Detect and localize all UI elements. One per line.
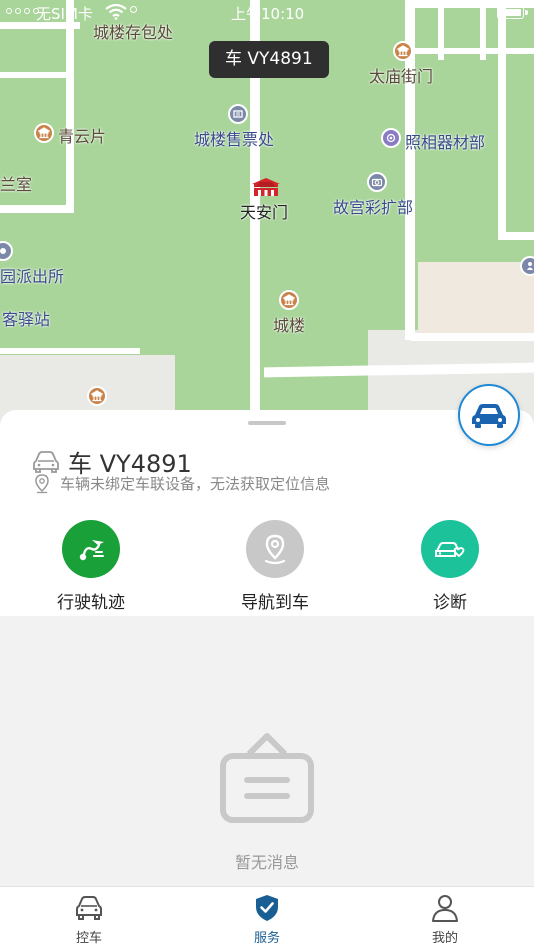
poi-label[interactable]: 兰室	[0, 171, 32, 195]
map-road	[0, 205, 74, 213]
landmark-icon[interactable]	[87, 386, 107, 406]
action-label: 行驶轨迹	[57, 593, 125, 613]
wifi-icon	[105, 4, 127, 20]
map-road	[498, 0, 506, 240]
poi-label[interactable]: 照相器材部	[405, 129, 485, 153]
poi-label[interactable]: 天安门	[240, 199, 288, 223]
signal-icon	[6, 8, 39, 14]
map-road	[66, 0, 74, 210]
location-notice-text: 车辆未绑定车联设备，无法获取定位信息	[60, 475, 331, 493]
location-notice: 车辆未绑定车联设备，无法获取定位信息	[34, 473, 330, 494]
camera-shop-icon[interactable]	[381, 128, 401, 148]
user-icon	[432, 895, 458, 922]
tab-mine[interactable]: 我的	[395, 893, 495, 946]
vehicle-info-sheet: 车 VY4891 车辆未绑定车联设备，无法获取定位信息 行驶轨迹 导航到车 诊断	[0, 410, 534, 616]
map-road	[410, 333, 534, 341]
action-label: 导航到车	[241, 593, 309, 613]
tab-label: 我的	[431, 931, 458, 946]
poi-label[interactable]: 故宫彩扩部	[333, 194, 413, 218]
car-icon	[76, 896, 102, 920]
poi-label[interactable]: 客驿站	[2, 306, 50, 330]
gate-icon[interactable]	[250, 177, 282, 197]
car-icon	[472, 404, 506, 428]
tab-label: 控车	[75, 931, 102, 946]
driving-track-button[interactable]: 行驶轨迹	[31, 520, 151, 613]
car-outline-icon	[33, 450, 59, 473]
person-icon[interactable]	[520, 256, 534, 276]
carrier-text: 无SIM卡	[36, 5, 93, 23]
poi-label[interactable]: 城楼售票处	[194, 126, 274, 150]
tab-control-car[interactable]: 控车	[39, 893, 139, 946]
poi-label[interactable]: 太庙街门	[369, 63, 433, 87]
poi-label[interactable]: 青云片	[58, 123, 106, 147]
shield-check-icon	[256, 895, 278, 921]
police-icon[interactable]	[0, 241, 13, 261]
map-road	[0, 348, 140, 354]
location-pin-icon	[246, 520, 304, 578]
bottom-tab-bar: 控车 服务 我的	[0, 886, 534, 950]
status-bar: 无SIM卡 上午10:10	[0, 0, 534, 26]
camera-icon[interactable]	[367, 172, 387, 192]
map-road	[412, 48, 534, 54]
message-list-empty: 暂无消息	[0, 616, 534, 886]
empty-message: 暂无消息	[234, 853, 299, 872]
app-screen: 城楼存包处 太庙街门 青云片 城楼售票处 照相器材部 兰室 天安门 故宫彩扩部 …	[0, 0, 534, 950]
poi-label[interactable]: 园派出所	[0, 263, 64, 287]
landmark-icon[interactable]	[393, 41, 413, 61]
landmark-icon[interactable]	[279, 290, 299, 310]
map-area	[418, 262, 534, 334]
location-pin-icon	[35, 473, 49, 493]
clock-text: 上午10:10	[231, 5, 305, 23]
diagnosis-button[interactable]: 诊断	[390, 520, 510, 613]
map-view[interactable]: 城楼存包处 太庙街门 青云片 城楼售票处 照相器材部 兰室 天安门 故宫彩扩部 …	[0, 0, 534, 440]
poi-label[interactable]: 城楼	[273, 312, 305, 336]
map-road	[500, 232, 534, 240]
drag-handle[interactable]	[248, 421, 286, 425]
action-label: 诊断	[433, 593, 467, 613]
battery-icon	[497, 6, 528, 19]
ticket-office-icon[interactable]	[228, 104, 248, 124]
map-road	[0, 72, 70, 78]
quick-actions: 行驶轨迹 导航到车 诊断	[0, 520, 534, 613]
loading-icon	[130, 6, 137, 13]
empty-inbox-icon	[220, 733, 314, 823]
tab-service[interactable]: 服务	[217, 893, 317, 946]
car-diagnosis-icon	[421, 520, 479, 578]
locate-car-button[interactable]	[458, 384, 520, 446]
vehicle-marker-tooltip[interactable]: 车 VY4891	[209, 41, 329, 78]
route-icon	[62, 520, 120, 578]
navigate-to-car-button[interactable]: 导航到车	[215, 520, 335, 613]
landmark-icon[interactable]	[34, 123, 54, 143]
tab-label: 服务	[253, 931, 280, 946]
